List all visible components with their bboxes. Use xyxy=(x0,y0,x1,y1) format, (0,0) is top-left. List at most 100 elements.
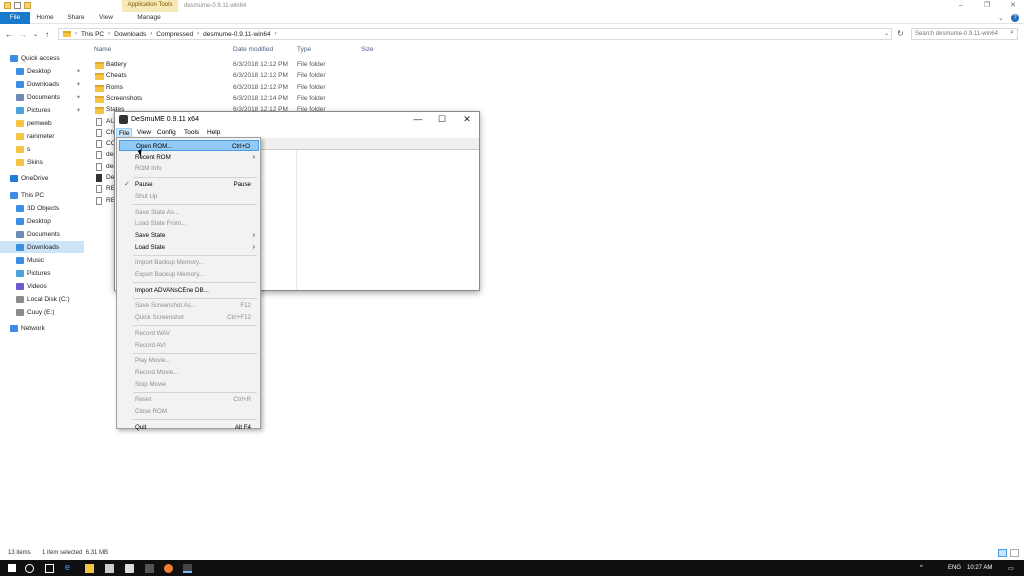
breadcrumb-downloads[interactable]: Downloads xyxy=(114,31,146,38)
menu-item-rom-info[interactable]: ROM Info xyxy=(119,163,259,174)
nav-item[interactable]: pemweb xyxy=(0,117,84,129)
tab-manage[interactable]: Manage xyxy=(126,12,172,24)
breadcrumb-this-pc[interactable]: This PC xyxy=(81,31,104,38)
nav-item[interactable]: This PC xyxy=(0,189,84,201)
nav-item[interactable]: Pictures xyxy=(0,267,84,279)
nav-item[interactable]: Documents ✦ xyxy=(0,91,84,103)
file-row[interactable]: Roms 6/3/2018 12:12 PM File folder xyxy=(94,83,394,94)
tab-view[interactable]: View xyxy=(96,12,116,24)
nav-item[interactable]: Videos xyxy=(0,280,84,292)
clock[interactable]: 10:27 AM xyxy=(967,565,992,571)
menu-item-play-movie[interactable]: Play Movie... xyxy=(119,355,259,366)
search-input[interactable]: Search desmume-0.9.11-win64 xyxy=(911,28,1018,40)
menu-item-save-state-as[interactable]: Save State As... xyxy=(119,207,259,218)
file-row[interactable]: Battery 6/3/2018 12:12 PM File folder xyxy=(94,60,394,71)
nav-item[interactable]: Pictures ✦ xyxy=(0,104,84,116)
desmume-maximize-button[interactable]: ☐ xyxy=(435,114,449,125)
column-name[interactable]: Name xyxy=(94,46,111,53)
menu-item-record-wav[interactable]: Record WAV xyxy=(119,328,259,339)
close-button[interactable]: ✕ xyxy=(1008,2,1018,10)
menu-item-shut-up[interactable]: Shut Up xyxy=(119,191,259,202)
menu-item-load-state-from[interactable]: Load State From... xyxy=(119,218,259,229)
file-row[interactable]: Cheats 6/3/2018 12:12 PM File folder xyxy=(94,71,394,82)
menu-item-close-rom[interactable]: Close ROM xyxy=(119,406,259,417)
large-icons-view-icon[interactable] xyxy=(1010,549,1019,557)
recent-dropdown-icon[interactable]: ⌄ xyxy=(33,31,38,38)
task-view-icon[interactable] xyxy=(45,564,54,573)
menu-item-save-screenshot-as[interactable]: Save Screenshot As... F12 xyxy=(119,300,259,311)
column-type[interactable]: Type xyxy=(297,46,311,53)
tab-share[interactable]: Share xyxy=(64,12,88,24)
nav-item[interactable]: Documents xyxy=(0,228,84,240)
menu-item-record-movie[interactable]: Record Movie... xyxy=(119,367,259,378)
browser-icon[interactable] xyxy=(164,564,173,573)
nav-item[interactable]: Downloads xyxy=(0,241,84,253)
nav-item[interactable]: Quick access xyxy=(0,52,84,64)
nav-item[interactable]: Cuuy (E:) xyxy=(0,306,84,318)
mail-icon[interactable] xyxy=(125,564,134,573)
tab-home[interactable]: Home xyxy=(34,12,56,24)
language-indicator[interactable]: ENG xyxy=(948,565,961,571)
nav-item[interactable]: s xyxy=(0,143,84,155)
menu-item-quit[interactable]: Quit Alt F4 xyxy=(119,422,259,433)
up-icon[interactable]: ↑ xyxy=(45,30,49,39)
nav-item[interactable]: Downloads ✦ xyxy=(0,78,84,90)
menu-item-label: Shut Up xyxy=(135,192,158,200)
menu-item-label: Reset xyxy=(135,396,152,404)
menu-item-stop-movie[interactable]: Stop Movie xyxy=(119,379,259,390)
desmume-close-button[interactable]: ✕ xyxy=(460,114,474,125)
nav-item[interactable]: rainmeter xyxy=(0,130,84,142)
menu-item-import-backup-memory[interactable]: Import Backup Memory... xyxy=(119,257,259,268)
help-icon[interactable]: ? xyxy=(1011,14,1019,22)
file-row[interactable]: Screenshots 6/3/2018 12:14 PM File folder xyxy=(94,94,394,105)
tray-up-icon[interactable]: ^ xyxy=(920,565,923,571)
menu-item-label: Save Screenshot As... xyxy=(135,302,196,310)
menu-item-record-avi[interactable]: Record AVI xyxy=(119,340,259,351)
start-icon[interactable] xyxy=(8,564,16,572)
nav-item[interactable]: Skins xyxy=(0,156,84,168)
desmume-minimize-button[interactable]: — xyxy=(411,114,425,124)
column-date-modified[interactable]: Date modified xyxy=(233,46,273,53)
submenu-arrow-icon: › xyxy=(252,231,255,239)
maximize-button[interactable]: ❐ xyxy=(982,2,992,10)
address-dropdown-icon[interactable]: ⌄ xyxy=(884,30,889,37)
refresh-icon[interactable]: ↻ xyxy=(897,29,904,38)
nav-item[interactable]: Music xyxy=(0,254,84,266)
menu-item-export-backup-memory[interactable]: Export Backup Memory... xyxy=(119,269,259,280)
back-icon[interactable]: ← xyxy=(5,30,13,39)
menu-item-load-state[interactable]: Load State › xyxy=(119,242,259,253)
search-icon[interactable] xyxy=(25,564,34,573)
nav-item[interactable]: Local Disk (C:) xyxy=(0,293,84,305)
store-icon[interactable] xyxy=(105,564,114,573)
details-view-icon[interactable] xyxy=(998,549,1007,557)
menu-item-pause[interactable]: ✓ Pause Pause xyxy=(119,179,259,190)
properties-icon[interactable] xyxy=(14,2,21,9)
notification-icon[interactable]: ▭ xyxy=(1008,565,1014,572)
nav-item[interactable]: 3D Objects xyxy=(0,202,84,214)
file-explorer-icon[interactable] xyxy=(85,564,94,573)
app-icon[interactable] xyxy=(145,564,154,573)
nav-item[interactable]: Desktop ✦ xyxy=(0,65,84,77)
new-folder-icon[interactable] xyxy=(24,2,31,9)
pin-icon: ✦ xyxy=(75,68,81,75)
menu-item-import-advanscene-db[interactable]: Import ADVANsCEne DB... xyxy=(119,285,259,296)
breadcrumb-current[interactable]: desmume-0.9.11-win64 xyxy=(203,31,270,38)
minimize-button[interactable]: – xyxy=(956,2,966,10)
nav-item[interactable]: OneDrive xyxy=(0,172,84,184)
check-icon: ✓ xyxy=(124,181,130,189)
menu-item-save-state[interactable]: Save State › xyxy=(119,230,259,241)
column-size[interactable]: Size xyxy=(361,46,374,53)
forward-icon[interactable]: → xyxy=(19,30,27,39)
cloud-icon xyxy=(10,174,18,182)
edge-icon[interactable]: e xyxy=(65,562,74,572)
address-bar[interactable]: › This PC › Downloads › Compressed › des… xyxy=(58,28,892,40)
expand-ribbon-icon[interactable]: ⌄ xyxy=(998,14,1004,22)
desmume-task-icon[interactable] xyxy=(183,564,192,573)
nav-item[interactable]: Desktop xyxy=(0,215,84,227)
menu-item-reset[interactable]: Reset Ctrl+R xyxy=(119,394,259,405)
tab-file[interactable]: File xyxy=(0,12,30,24)
menu-item-quick-screenshot[interactable]: Quick Screenshot Ctrl+F12 xyxy=(119,312,259,323)
menu-item-label: Close ROM xyxy=(135,408,167,415)
breadcrumb-compressed[interactable]: Compressed xyxy=(156,31,193,38)
nav-item[interactable]: Network xyxy=(0,322,84,334)
